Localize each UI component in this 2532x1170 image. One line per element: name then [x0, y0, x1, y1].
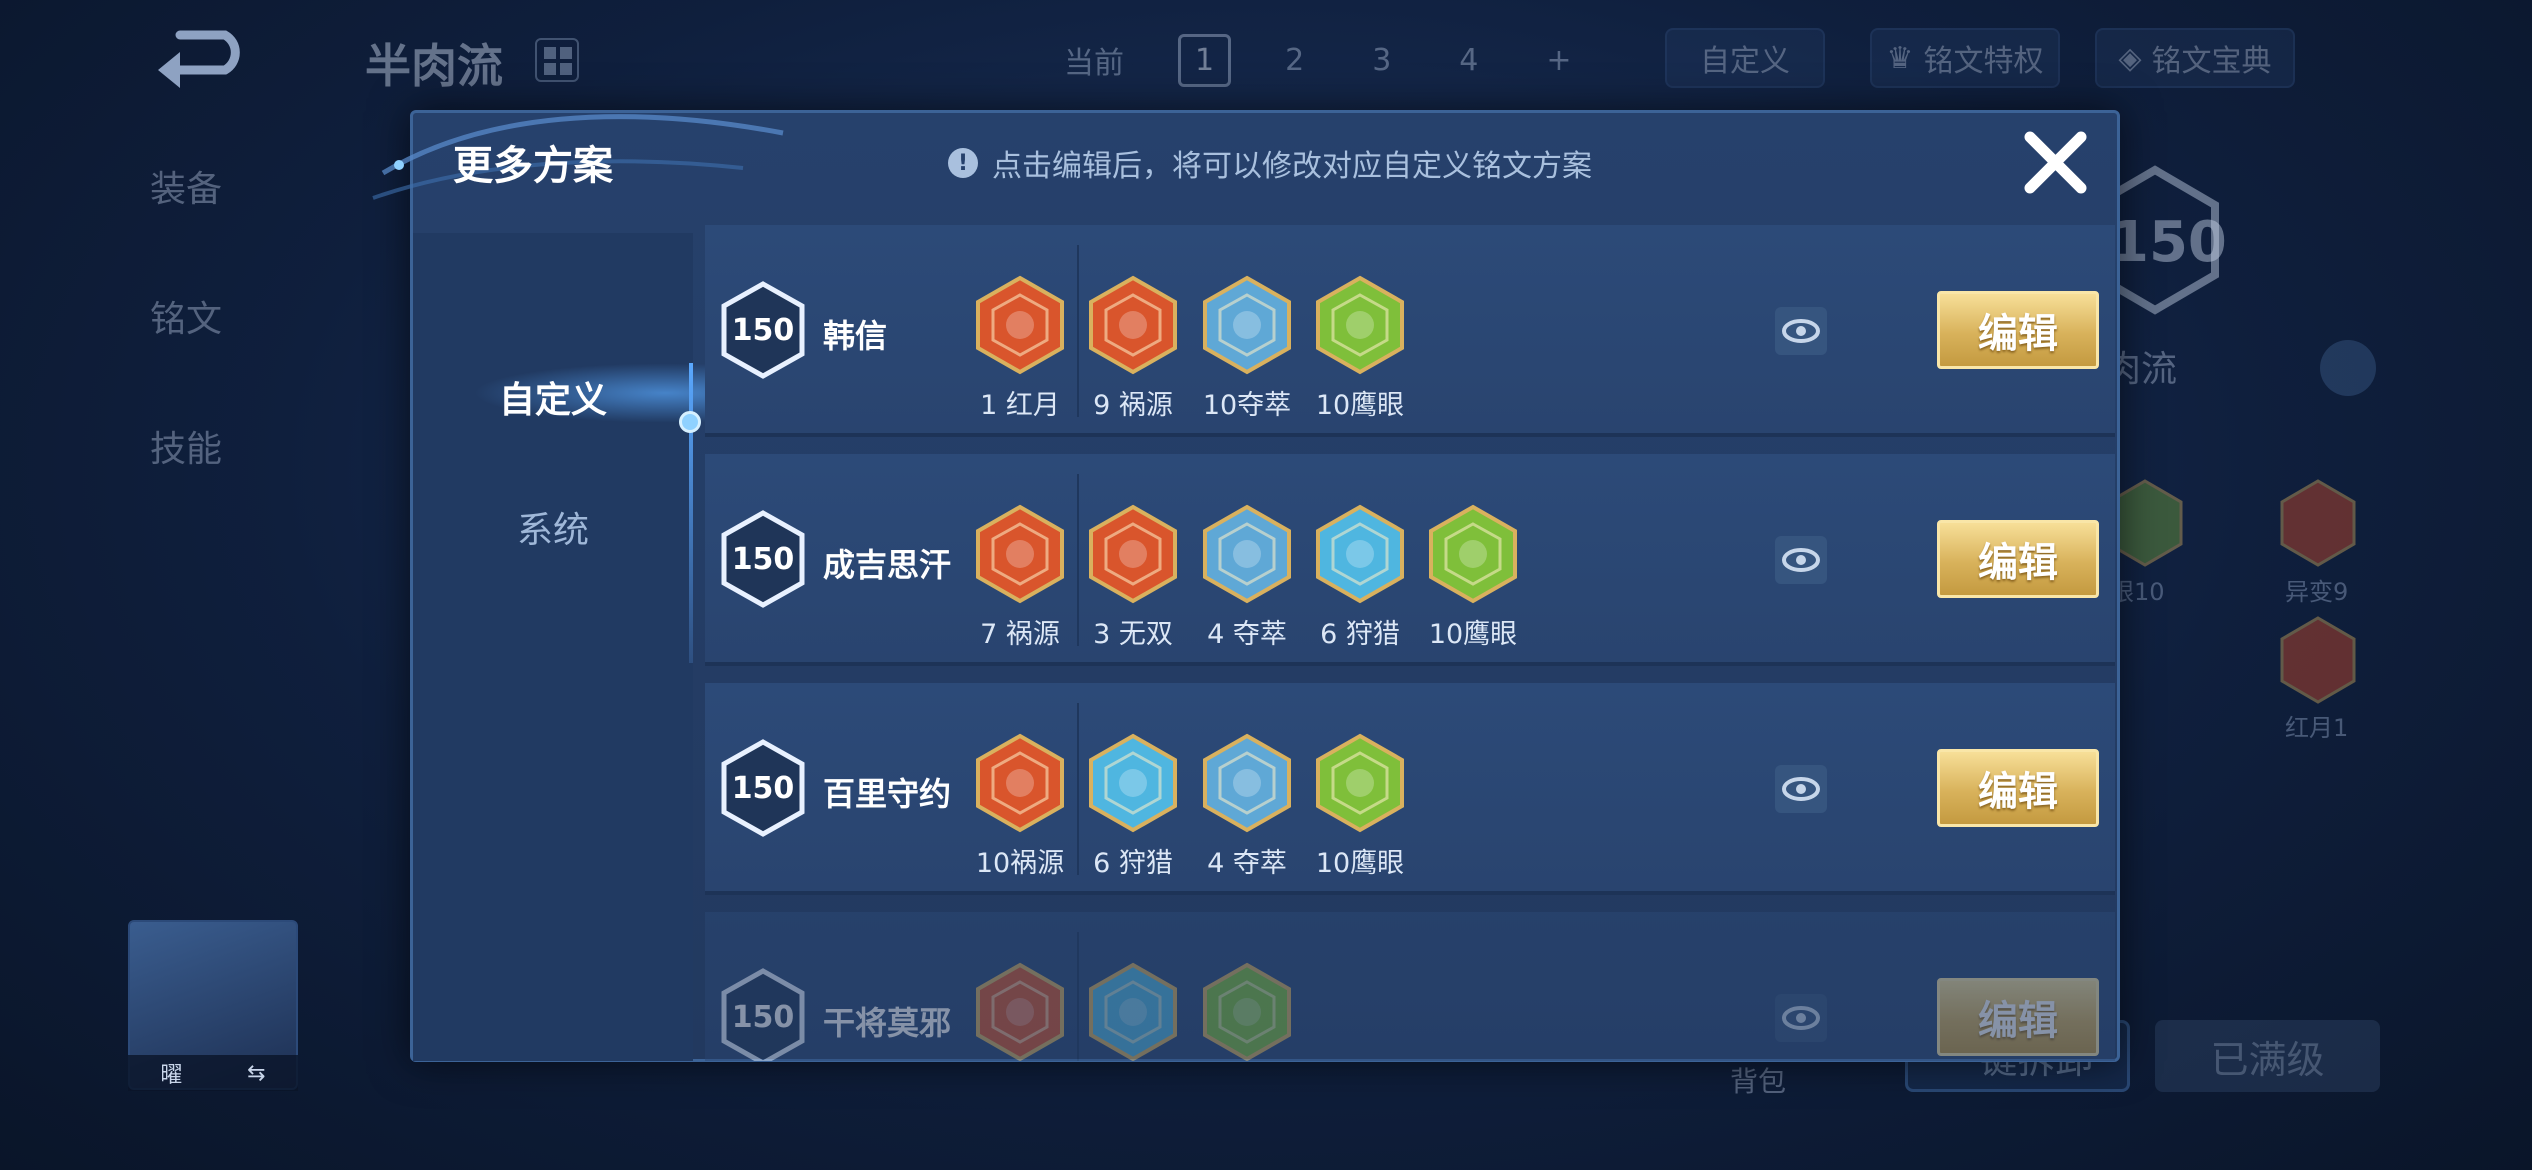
- rune-count-label: 9 祸源: [1093, 390, 1173, 421]
- grid-icon[interactable]: [535, 38, 579, 82]
- scheme-hero-name: 成吉思汗: [823, 546, 952, 584]
- edit-button[interactable]: 编辑: [1937, 978, 2099, 1056]
- rune-count-label: 10祸源: [975, 848, 1065, 879]
- rune-count-label: 4 夺萃: [1207, 619, 1287, 650]
- scheme-row[interactable]: 150 干将莫邪 编辑: [705, 912, 2115, 1061]
- info-icon: !: [948, 148, 978, 178]
- codex-button[interactable]: ◈ 铭文宝典: [2095, 28, 2295, 88]
- shoulie-rune-icon: [1316, 504, 1404, 604]
- shoulie-rune-icon: [1089, 962, 1177, 1061]
- scheme-hero-name: 干将莫邪: [823, 1004, 952, 1042]
- tab-preset-1[interactable]: 1: [1178, 33, 1232, 87]
- rune-count-label: 10鹰眼: [1428, 619, 1518, 650]
- rune-count-label: 10鹰眼: [1315, 390, 1405, 421]
- bag-label: 背包: [1730, 1065, 1787, 1098]
- decorative-swirl: [372, 114, 784, 200]
- scheme-level: 150: [731, 1000, 795, 1035]
- rune-count-label: 1 红月: [980, 390, 1060, 421]
- duocui-rune-icon: [1203, 733, 1291, 833]
- scheme-sidebar: 自定义 系统: [413, 233, 713, 1061]
- preview-eye-icon[interactable]: [1775, 307, 1827, 355]
- huoyuan-rune-icon: [976, 733, 1064, 833]
- tab-custom[interactable]: 自定义: [413, 371, 693, 423]
- red-rune-rune-icon: [976, 962, 1064, 1061]
- bg-rune-label: 异变9: [2285, 578, 2349, 606]
- rune-count-label: 7 祸源: [980, 619, 1060, 650]
- preview-eye-icon[interactable]: [1775, 765, 1827, 813]
- hero-short-name: 曜: [160, 1063, 183, 1088]
- hint-text: 点击编辑后，将可以修改对应自定义铭文方案: [992, 149, 1592, 184]
- more-schemes-dialog: 更多方案 ! 点击编辑后，将可以修改对应自定义铭文方案 自定义 系统 150 韩…: [372, 110, 2120, 1062]
- edit-button[interactable]: 编辑: [1937, 520, 2099, 598]
- preview-eye-icon[interactable]: [1775, 536, 1827, 584]
- rune-count-label: 6 狩猎: [1093, 848, 1173, 879]
- preset-tabs: 当前 1 2 3 4 +: [1050, 32, 1586, 88]
- duocui-rune-icon: [1203, 275, 1291, 375]
- red-moon-rune-icon: [976, 275, 1064, 375]
- codex-label: 铭文宝典: [2151, 44, 2272, 79]
- privilege-label: 铭文特权: [1923, 44, 2044, 79]
- swap-icon[interactable]: ⇆: [247, 1061, 265, 1086]
- right-level: 150: [2110, 210, 2227, 275]
- back-arrow-icon[interactable]: [150, 30, 260, 90]
- tab-current[interactable]: 当前: [1050, 32, 1138, 88]
- tab-system[interactable]: 系统: [413, 501, 693, 553]
- bg-rune-red-moon-icon: [2280, 616, 2356, 704]
- privilege-button[interactable]: ♛ 铭文特权: [1870, 28, 2060, 88]
- scheme-level: 150: [731, 771, 795, 806]
- close-icon[interactable]: [2018, 125, 2093, 200]
- rune-count-label: 10鹰眼: [1315, 848, 1405, 879]
- edit-button[interactable]: 编辑: [1937, 749, 2099, 827]
- menu-icon[interactable]: [2320, 340, 2376, 396]
- duocui-rune-icon: [1203, 504, 1291, 604]
- tab-preset-4[interactable]: 4: [1445, 37, 1492, 84]
- scheme-row[interactable]: 150 成吉思汗 编辑 7 祸源 3 无双 4 夺萃 6 狩猎 10鹰眼: [705, 454, 2115, 666]
- scheme-level: 150: [731, 542, 795, 577]
- dialog-title: 更多方案: [453, 143, 613, 189]
- crown-icon: ♛: [1886, 40, 1914, 76]
- scheme-row[interactable]: 150 韩信 编辑 1 红月 9 祸源 10夺萃 10鹰眼: [705, 225, 2115, 437]
- green-rune-rune-icon: [1203, 962, 1291, 1061]
- nav-runes[interactable]: 铭文: [150, 290, 222, 342]
- yingyan-rune-icon: [1316, 275, 1404, 375]
- custom-button[interactable]: 自定义: [1665, 28, 1825, 88]
- dialog-hint: ! 点击编辑后，将可以修改对应自定义铭文方案: [948, 141, 1592, 185]
- scheme-list[interactable]: 150 韩信 编辑 1 红月 9 祸源 10夺萃 10鹰眼 150 成吉思汗 编…: [705, 225, 2115, 1061]
- rune-count-label: 3 无双: [1093, 619, 1173, 650]
- scheme-row[interactable]: 150 百里守约 编辑 10祸源 6 狩猎 4 夺萃 10鹰眼: [705, 683, 2115, 895]
- tab-preset-2[interactable]: 2: [1271, 37, 1318, 84]
- book-icon: ◈: [2118, 40, 2142, 76]
- scheme-hero-name: 韩信: [823, 317, 888, 355]
- huoyuan-rune-icon: [1089, 275, 1177, 375]
- rune-count-label: 10夺萃: [1202, 390, 1292, 421]
- scheme-hero-name: 百里守约: [823, 775, 952, 813]
- bg-rune-red-icon: [2280, 479, 2356, 567]
- row-divider: [1077, 932, 1079, 1061]
- nav-skills[interactable]: 技能: [150, 420, 222, 472]
- scheme-level: 150: [731, 313, 795, 348]
- rune-count-label: 4 夺萃: [1207, 848, 1287, 879]
- avatar-caption: 曜 ⇆: [128, 1055, 298, 1091]
- add-preset-button[interactable]: +: [1532, 37, 1585, 84]
- maxed-button: 已满级: [2155, 1020, 2380, 1092]
- preset-name: 半肉流: [365, 39, 503, 93]
- rune-count-label: 6 狩猎: [1320, 619, 1400, 650]
- tab-preset-3[interactable]: 3: [1358, 37, 1405, 84]
- wushuang-rune-icon: [1089, 504, 1177, 604]
- preview-eye-icon[interactable]: [1775, 994, 1827, 1042]
- yingyan-rune-icon: [1316, 733, 1404, 833]
- shoulie-rune-icon: [1089, 733, 1177, 833]
- huoyuan-rune-icon: [976, 504, 1064, 604]
- edit-button[interactable]: 编辑: [1937, 291, 2099, 369]
- yingyan-rune-icon: [1429, 504, 1517, 604]
- bg-rune-label: 红月1: [2285, 714, 2349, 742]
- nav-equipment[interactable]: 装备: [150, 160, 222, 212]
